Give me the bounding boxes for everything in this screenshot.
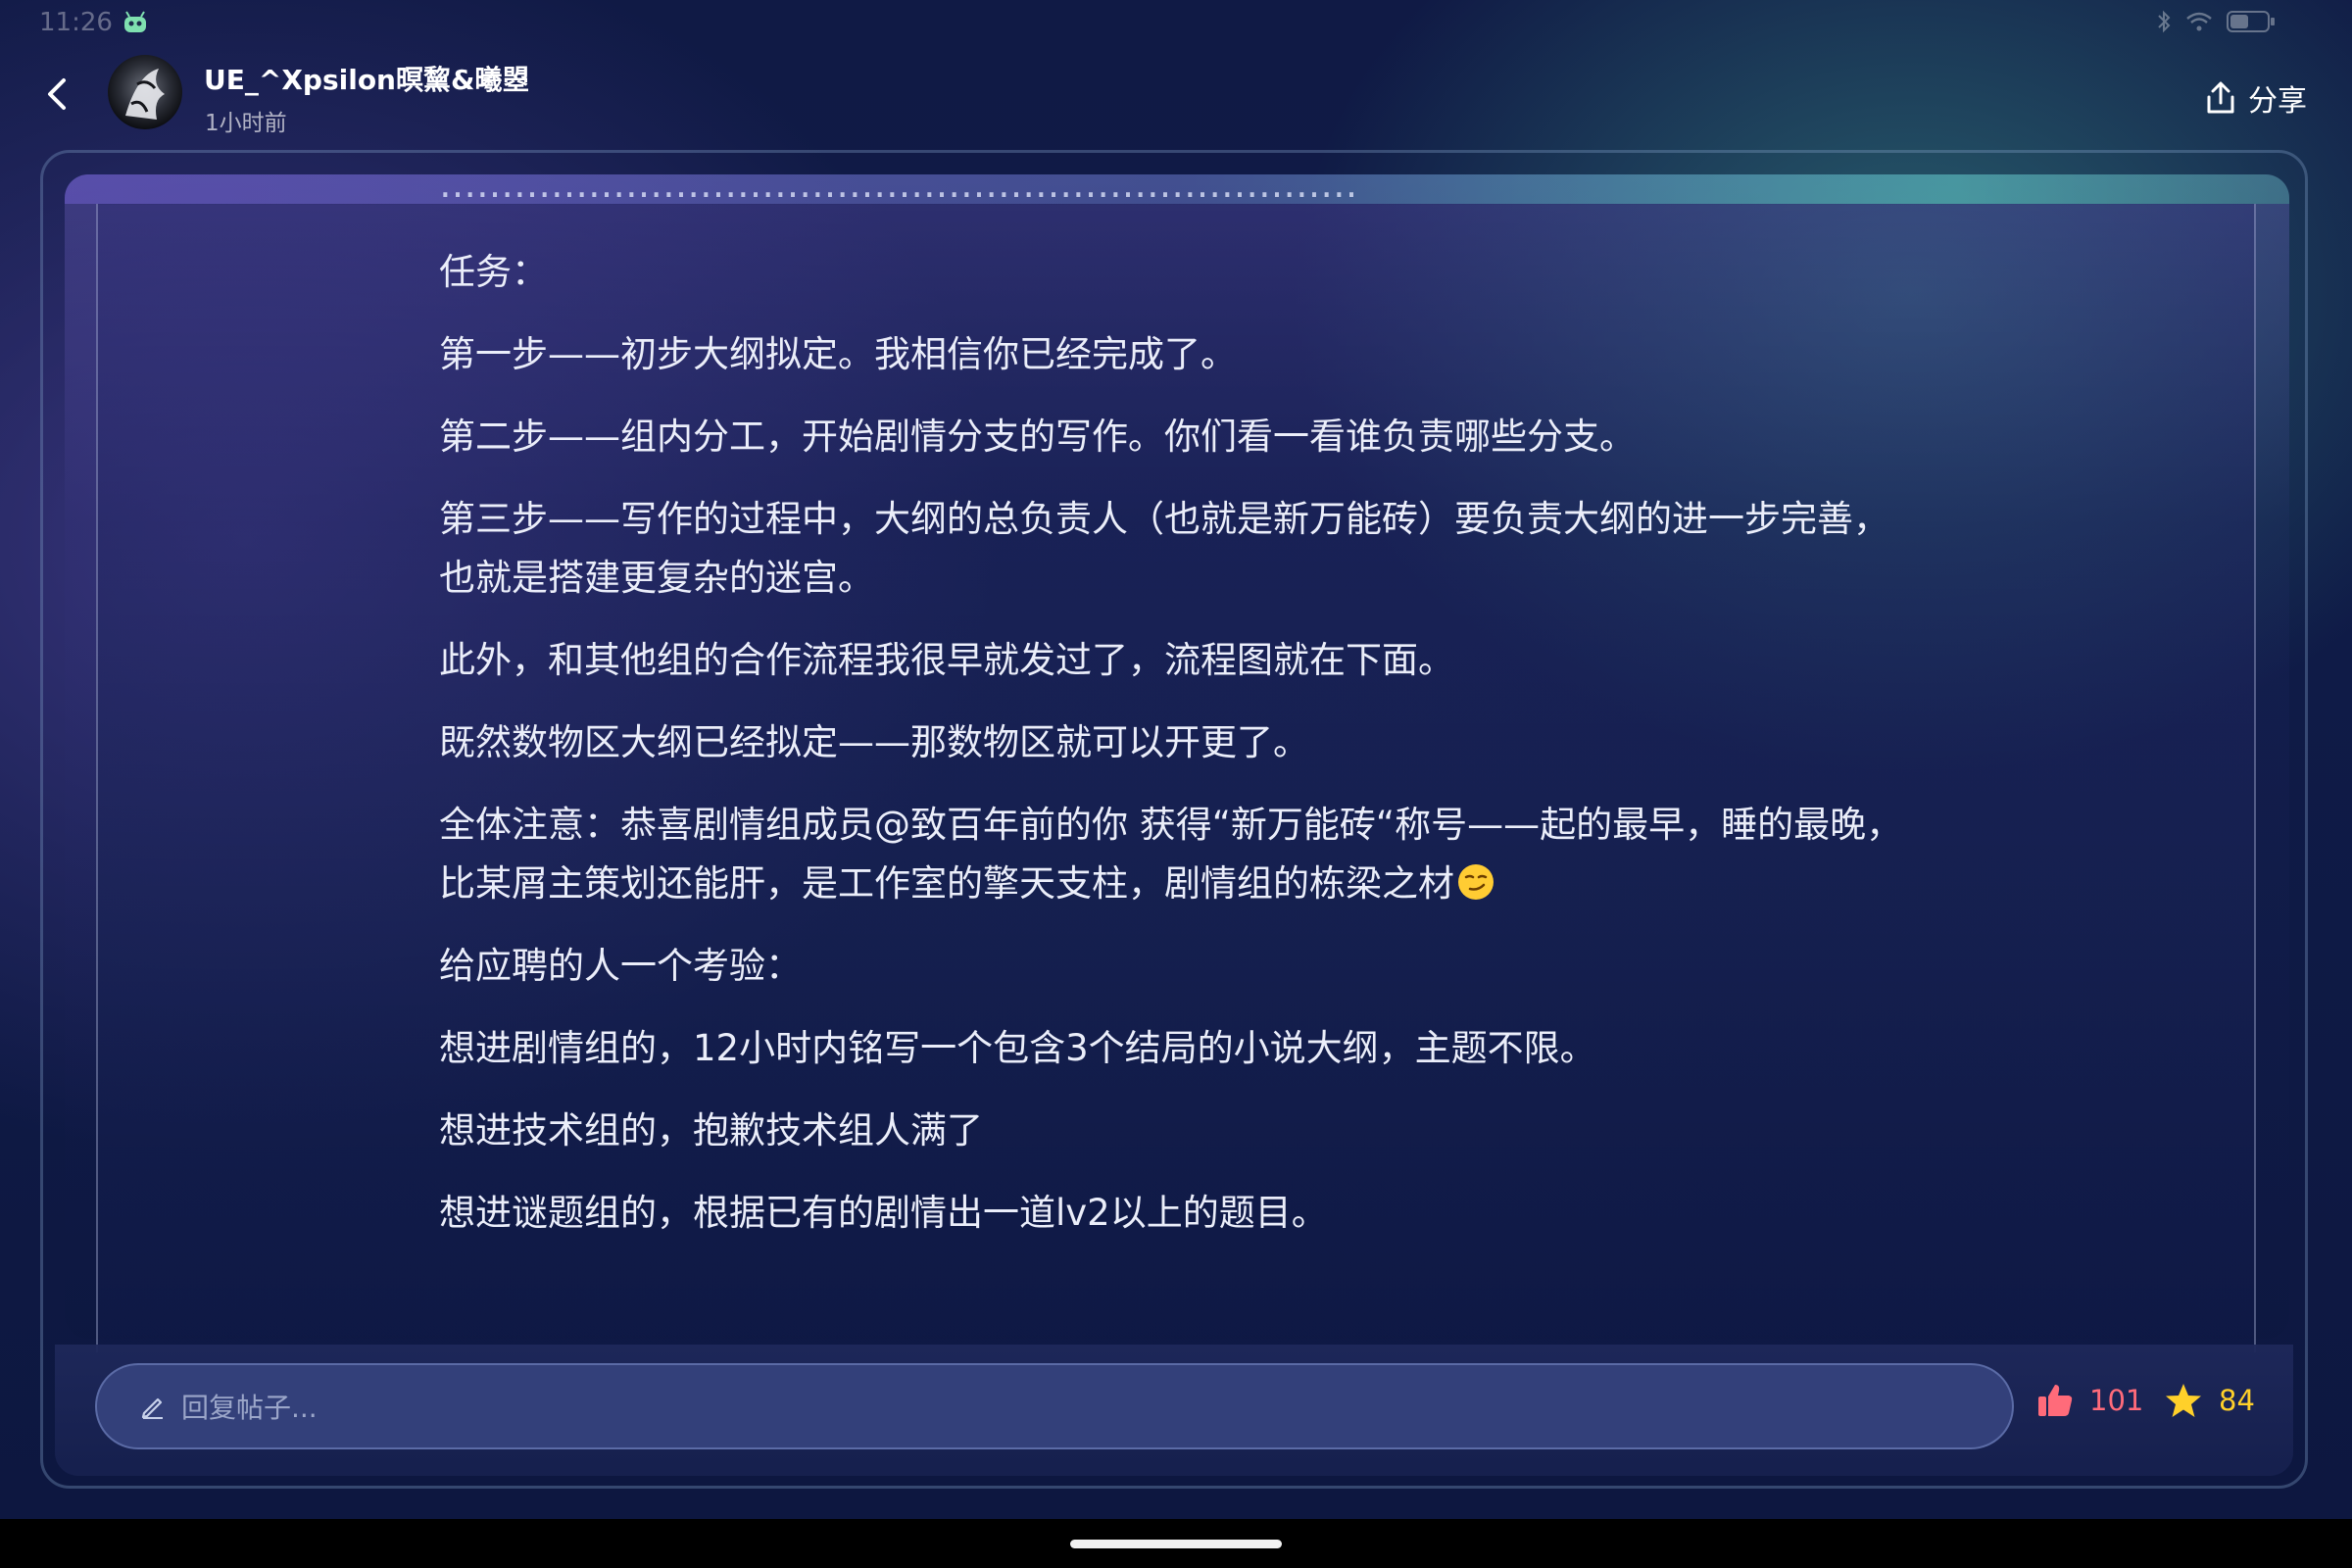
star-icon xyxy=(2166,1384,2201,1417)
paragraph: 想进谜题组的，根据已有的剧情出一道lv2以上的题目。 xyxy=(439,1192,1328,1234)
paragraph: 第三步——写作的过程中，大纲的总负责人（也就是新万能砖）要负责大纲的进一步完善，… xyxy=(439,498,1889,599)
wifi-icon xyxy=(2186,12,2212,31)
share-button[interactable]: 分享 xyxy=(2205,76,2307,120)
post-body: 任务： 第一步——初步大纲拟定。我相信你已经完成了。 第二步——组内分工，开始剧… xyxy=(439,243,1909,1266)
post-time: 1小时前 xyxy=(205,111,287,136)
reply-input[interactable]: 回复帖子... xyxy=(95,1363,2014,1449)
post-detail-screen: 11:26 UE_^Xpsilon暝黧&曦曌 1小时前 分享 任务： 第一步——… xyxy=(0,0,2352,1519)
paragraph: 既然数物区大纲已经拟定——那数物区就可以开更了。 xyxy=(439,721,1309,763)
bluetooth-icon xyxy=(2158,10,2171,33)
back-button[interactable] xyxy=(33,71,80,118)
avatar-image xyxy=(125,69,165,120)
share-label: 分享 xyxy=(2248,84,2307,119)
like-button[interactable]: 101 xyxy=(2036,1382,2143,1419)
favorite-count: 84 xyxy=(2219,1384,2255,1417)
smirk-emoji-icon xyxy=(1458,864,1494,900)
battery-icon xyxy=(2227,11,2275,32)
paragraph: 想进剧情组的，12小时内铭写一个包含3个结局的小说大纲，主题不限。 xyxy=(439,1027,1596,1069)
avatar[interactable] xyxy=(108,55,182,129)
reply-placeholder: 回复帖子... xyxy=(181,1392,318,1424)
paragraph: 想进技术组的，抱歉技术组人满了 xyxy=(439,1109,983,1152)
favorite-button[interactable]: 84 xyxy=(2164,1382,2255,1419)
status-icons xyxy=(2156,10,2276,33)
like-count: 101 xyxy=(2089,1384,2144,1417)
chevron-left-icon xyxy=(48,78,66,110)
paragraph: 任务： xyxy=(439,251,548,293)
paragraph-text: 全体注意：恭喜剧情组成员@致百年前的你 获得“新万能砖“称号——起的最早，睡的最… xyxy=(439,804,1903,905)
share-icon xyxy=(2207,81,2234,114)
cut-off-text-line: ………………………………………………………………………………… xyxy=(439,184,1360,202)
app-robot-icon xyxy=(124,11,146,32)
status-time: 11:26 xyxy=(39,8,113,37)
paragraph-with-emoji: 全体注意：恭喜剧情组成员@致百年前的你 获得“新万能砖“称号——起的最早，睡的最… xyxy=(439,796,1909,913)
thumbs-up-icon xyxy=(2038,1385,2073,1416)
paragraph: 此外，和其他组的合作流程我很早就发过了，流程图就在下面。 xyxy=(439,639,1454,681)
home-indicator[interactable] xyxy=(1070,1540,1282,1548)
paragraph: 第二步——组内分工，开始剧情分支的写作。你们看一看谁负责哪些分支。 xyxy=(439,416,1636,458)
author-name[interactable]: UE_^Xpsilon暝黧&曦曌 xyxy=(204,59,529,98)
paragraph: 给应聘的人一个考验： xyxy=(439,945,802,987)
pencil-icon xyxy=(141,1397,163,1419)
paragraph: 第一步——初步大纲拟定。我相信你已经完成了。 xyxy=(439,333,1237,375)
